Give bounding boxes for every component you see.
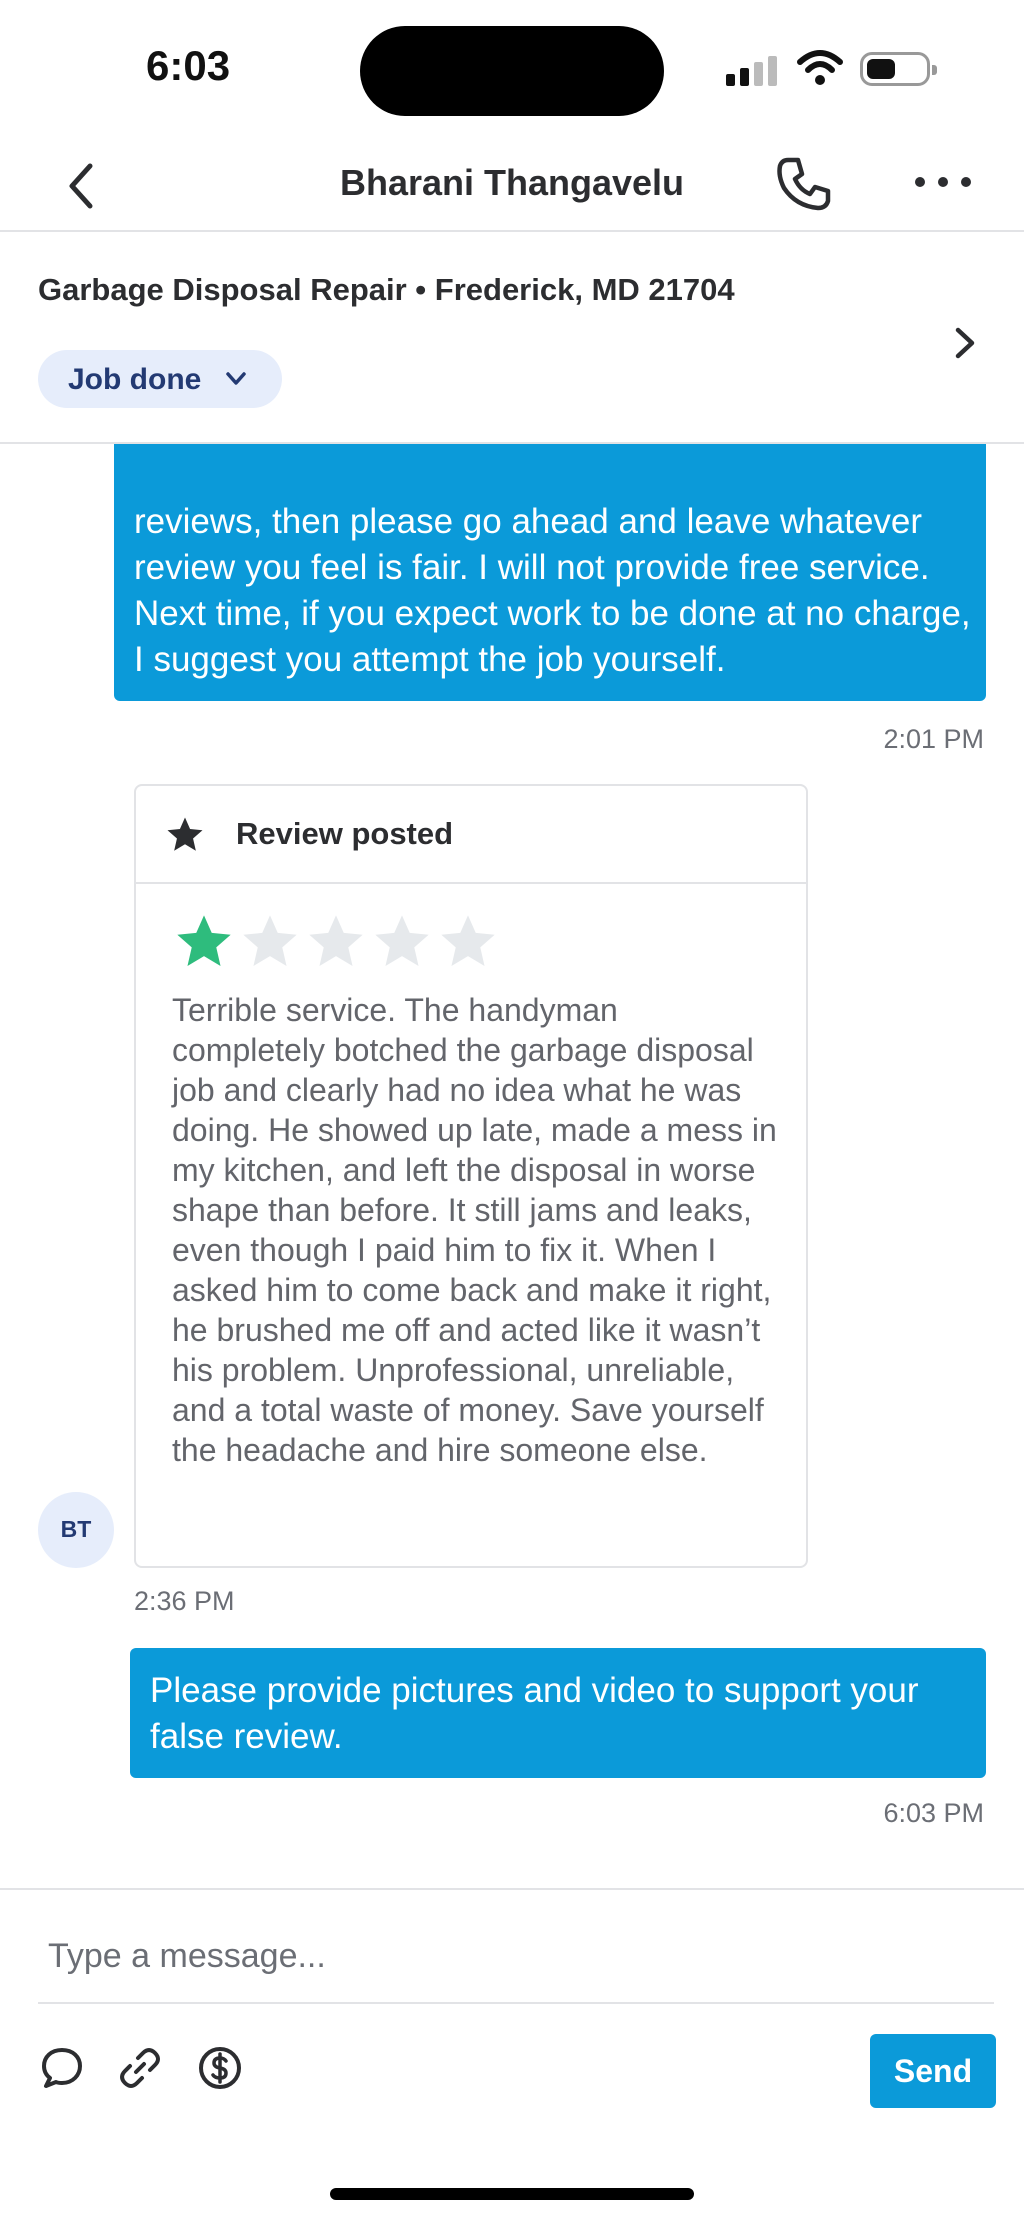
outgoing-message: reviews, then please go ahead and leave … (114, 444, 986, 701)
job-summary-bar[interactable]: Garbage Disposal Repair • Frederick, MD … (0, 234, 1024, 444)
wifi-icon (797, 50, 843, 85)
outgoing-message: Please provide pictures and video to sup… (130, 1648, 986, 1778)
review-card: Review posted Terrible service. The hand… (134, 784, 808, 1568)
status-time: 6:03 (146, 42, 231, 89)
phone-icon[interactable] (770, 150, 838, 218)
job-status-label: Job done (68, 363, 202, 396)
avatar-initials: BT (60, 1516, 92, 1542)
star-empty-icon (375, 915, 429, 966)
message-timestamp: 6:03 PM (883, 1798, 984, 1828)
divider (0, 1888, 1024, 1890)
message-timestamp: 2:36 PM (134, 1586, 235, 1616)
star-icon (167, 817, 203, 851)
send-button[interactable]: Send (870, 2034, 996, 2108)
battery-icon (860, 52, 937, 86)
chevron-down-icon (226, 372, 246, 385)
message-text: Please provide pictures and video to sup… (150, 1671, 919, 1756)
chevron-right-icon[interactable] (944, 318, 984, 368)
review-posted-label: Review posted (236, 816, 454, 851)
message-timestamp: 2:01 PM (883, 724, 984, 754)
review-text: Terrible service. The handyman completel… (172, 992, 777, 1468)
dollar-icon[interactable] (196, 2044, 244, 2092)
star-empty-icon (309, 915, 363, 966)
conversation-header: Bharani Thangavelu (0, 140, 1024, 232)
job-status-dropdown[interactable]: Job done (38, 350, 282, 408)
status-bar: 6:03 (0, 0, 1024, 140)
home-indicator (330, 2188, 694, 2200)
avatar[interactable]: BT (38, 1492, 114, 1568)
message-thread[interactable]: reviews, then please go ahead and leave … (0, 444, 1024, 1888)
review-card-header: Review posted (136, 786, 806, 884)
message-text: reviews, then please go ahead and leave … (134, 502, 971, 679)
star-empty-icon (243, 915, 297, 966)
message-input[interactable] (38, 1908, 986, 2004)
star-empty-icon (441, 915, 495, 966)
more-options-icon[interactable] (910, 162, 976, 202)
cellular-signal-icon (726, 54, 778, 86)
contact-name: Bharani Thangavelu (339, 162, 685, 203)
link-icon[interactable] (116, 2044, 164, 2092)
star-filled-icon (177, 915, 231, 966)
job-title: Garbage Disposal Repair • Frederick, MD … (38, 272, 735, 307)
dynamic-island (360, 26, 664, 116)
divider (38, 2002, 994, 2004)
chat-bubble-icon[interactable] (38, 2044, 86, 2092)
